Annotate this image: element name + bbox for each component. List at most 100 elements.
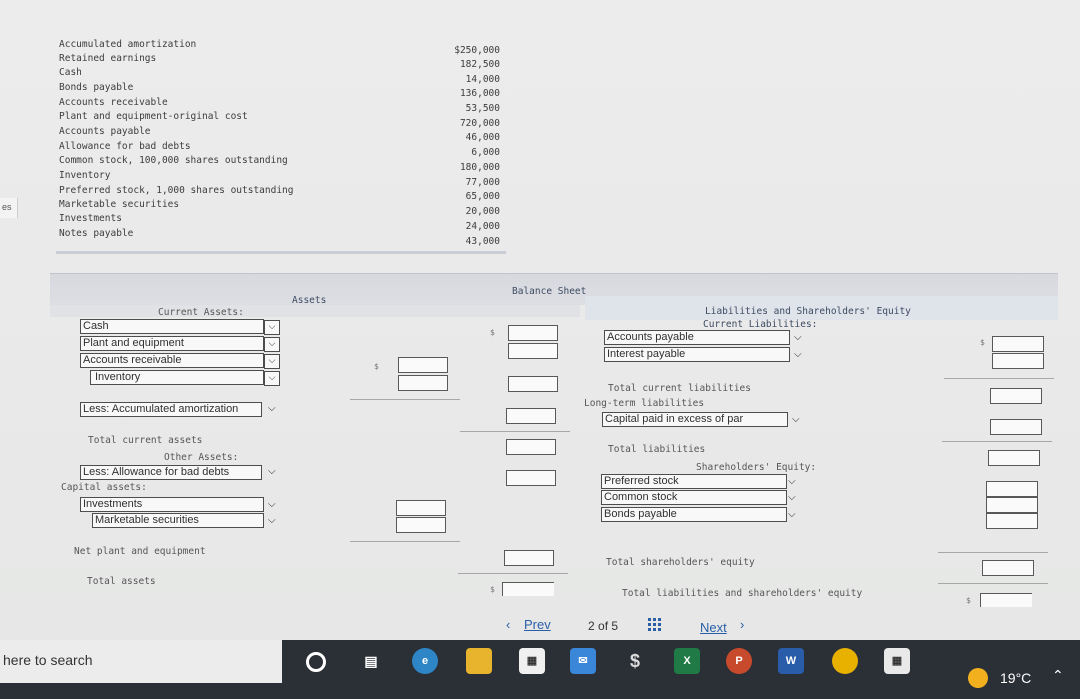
- chevron-up-icon[interactable]: ⌃: [1052, 668, 1064, 684]
- capital-select-2[interactable]: Marketable securities: [92, 513, 264, 528]
- data-value: 182,500: [459, 59, 500, 70]
- amount-box[interactable]: [396, 500, 446, 516]
- chevron-down-icon[interactable]: ⌵: [264, 354, 280, 369]
- total-current-liabilities-label: Total current liabilities: [608, 383, 751, 394]
- prev-chevron-icon[interactable]: ‹: [506, 617, 510, 632]
- liability-select-1[interactable]: Accounts payable: [604, 330, 790, 345]
- amount-box[interactable]: [988, 450, 1040, 466]
- equity-select-3[interactable]: Bonds payable: [601, 507, 787, 522]
- amount-box[interactable]: [992, 336, 1044, 352]
- amount-box[interactable]: [990, 419, 1042, 435]
- divider: [460, 431, 570, 432]
- mail-icon[interactable]: ✉: [570, 648, 596, 674]
- equity-select-2[interactable]: Common stock: [601, 490, 787, 505]
- dollar-sign: $: [966, 596, 971, 605]
- chevron-down-icon[interactable]: ⌵: [264, 337, 280, 352]
- chevron-down-icon[interactable]: ⌵: [788, 492, 796, 503]
- divider: [942, 441, 1052, 442]
- amount-box[interactable]: [504, 550, 554, 566]
- chevron-down-icon[interactable]: ⌵: [788, 509, 796, 520]
- liabilities-heading: Liabilities and Shareholders' Equity: [705, 306, 911, 317]
- amount-box[interactable]: [506, 439, 556, 455]
- word-icon[interactable]: W: [778, 648, 804, 674]
- total-current-assets-label: Total current assets: [88, 435, 203, 446]
- amount-box[interactable]: [508, 325, 558, 341]
- data-value: 6,000: [471, 147, 500, 158]
- data-label: Plant and equipment-original cost: [59, 111, 248, 122]
- data-value: 24,000: [465, 221, 500, 232]
- amount-box[interactable]: [396, 517, 446, 533]
- capital-assets-label: Capital assets:: [61, 482, 147, 493]
- chevron-down-icon[interactable]: ⌵: [264, 320, 280, 335]
- dollar-app-icon[interactable]: $: [622, 648, 648, 674]
- divider: [56, 251, 506, 254]
- side-tab[interactable]: es: [0, 198, 18, 218]
- asset-select-1[interactable]: Cash: [80, 319, 264, 334]
- asset-select-4[interactable]: Inventory: [90, 370, 264, 385]
- amount-box[interactable]: [398, 357, 448, 373]
- weather-icon[interactable]: [968, 668, 988, 688]
- amount-box[interactable]: [990, 388, 1042, 404]
- excel-icon[interactable]: X: [674, 648, 700, 674]
- dollar-sign: $: [980, 338, 985, 347]
- temperature[interactable]: 19°C: [1000, 670, 1031, 686]
- equity-select-1[interactable]: Preferred stock: [601, 474, 787, 489]
- cortana-icon[interactable]: [306, 652, 326, 672]
- dollar-sign: $: [490, 585, 495, 594]
- asset-select-2[interactable]: Plant and equipment: [80, 336, 264, 351]
- data-value: 43,000: [465, 236, 500, 247]
- total-liab-sh-equity-label: Total liabilities and shareholders' equi…: [622, 588, 863, 599]
- data-label: Common stock, 100,000 shares outstanding: [59, 155, 288, 166]
- store-icon[interactable]: ▦: [519, 648, 545, 674]
- next-link[interactable]: Next: [700, 620, 727, 635]
- powerpoint-icon[interactable]: P: [726, 648, 752, 674]
- capital-paid-select[interactable]: Capital paid in excess of par: [602, 412, 788, 427]
- taskbar-search[interactable]: here to search: [0, 640, 282, 683]
- chevron-down-icon[interactable]: ⌵: [268, 466, 276, 477]
- amount-box[interactable]: [398, 375, 448, 391]
- amount-box[interactable]: [986, 513, 1038, 529]
- data-value: 65,000: [465, 191, 500, 202]
- file-explorer-icon[interactable]: [466, 648, 492, 674]
- data-label: Notes payable: [59, 228, 134, 239]
- amount-box[interactable]: [986, 497, 1038, 513]
- chevron-down-icon[interactable]: ⌵: [268, 499, 276, 510]
- current-liabilities-label: Current Liabilities:: [703, 319, 818, 330]
- data-label: Inventory: [59, 170, 111, 181]
- amount-box[interactable]: [506, 470, 556, 486]
- calculator-icon[interactable]: ▦: [884, 648, 910, 674]
- divider: [938, 583, 1048, 584]
- amount-box[interactable]: [508, 376, 558, 392]
- chrome-icon[interactable]: [832, 648, 858, 674]
- total-assets-box[interactable]: [502, 582, 554, 596]
- net-plant-label: Net plant and equipment: [74, 546, 206, 557]
- asset-select-3[interactable]: Accounts receivable: [80, 353, 264, 368]
- amount-box[interactable]: [982, 560, 1034, 576]
- data-value: 180,000: [459, 162, 500, 173]
- data-label: Accounts payable: [59, 126, 151, 137]
- liability-select-2[interactable]: Interest payable: [604, 347, 790, 362]
- less-accumulated-select[interactable]: Less: Accumulated amortization: [80, 402, 262, 417]
- grid-icon[interactable]: [648, 617, 662, 631]
- chevron-down-icon[interactable]: ⌵: [794, 349, 802, 360]
- chevron-down-icon[interactable]: ⌵: [268, 515, 276, 526]
- total-liabilities-label: Total liabilities: [608, 444, 706, 455]
- chevron-down-icon[interactable]: ⌵: [794, 332, 802, 343]
- amount-box[interactable]: [992, 353, 1044, 369]
- divider: [350, 541, 460, 542]
- capital-select-1[interactable]: Investments: [80, 497, 264, 512]
- edge-icon[interactable]: e: [412, 648, 438, 674]
- less-allowance-select[interactable]: Less: Allowance for bad debts: [80, 465, 262, 480]
- amount-box[interactable]: [506, 408, 556, 424]
- chevron-down-icon[interactable]: ⌵: [788, 476, 796, 487]
- total-liab-equity-box[interactable]: [980, 593, 1032, 607]
- amount-box[interactable]: [508, 343, 558, 359]
- next-chevron-icon[interactable]: ›: [740, 617, 744, 632]
- chevron-down-icon[interactable]: ⌵: [268, 403, 276, 414]
- amount-box[interactable]: [986, 481, 1038, 497]
- task-view-icon[interactable]: ▤: [358, 648, 384, 674]
- prev-link[interactable]: Prev: [524, 617, 551, 632]
- data-label: Accumulated amortization: [59, 39, 197, 50]
- chevron-down-icon[interactable]: ⌵: [792, 414, 800, 425]
- chevron-down-icon[interactable]: ⌵: [264, 371, 280, 386]
